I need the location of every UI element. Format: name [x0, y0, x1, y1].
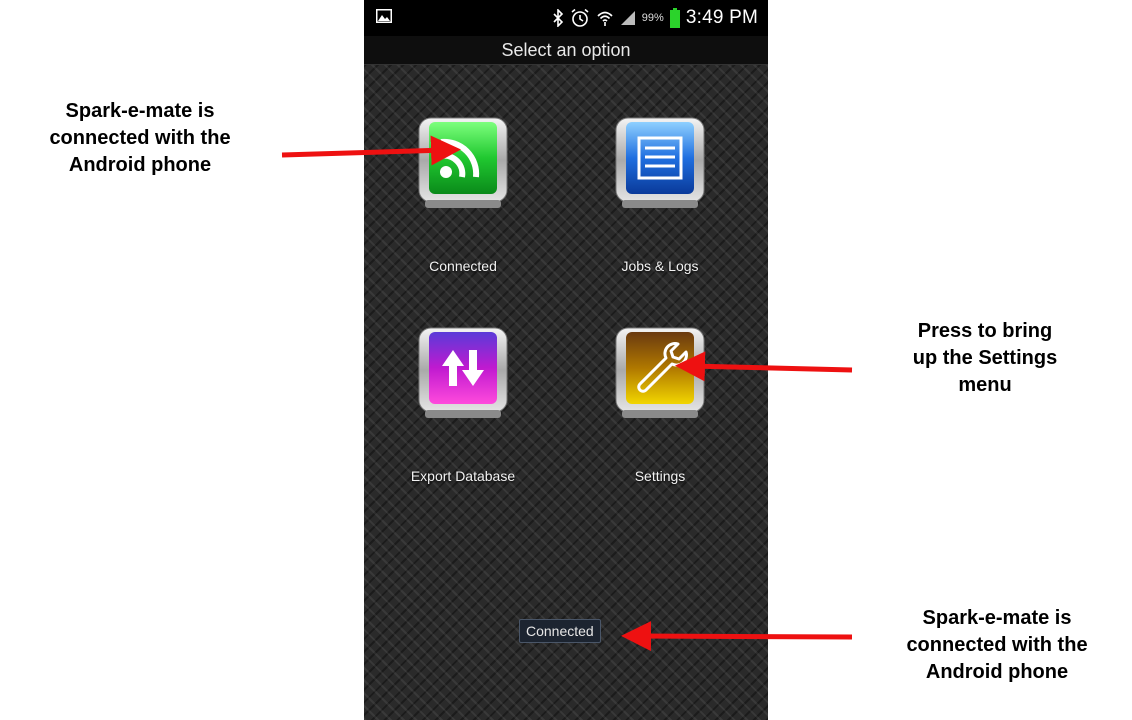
callout-line: Spark-e-mate is: [65, 100, 215, 122]
bluetooth-icon: [552, 9, 564, 27]
callout-mid-right: Press to bring up the Settings menu: [850, 318, 1120, 399]
status-icons: 99% 3:49 PM: [552, 4, 758, 32]
jobs-logs-label: Jobs & Logs: [621, 258, 699, 274]
settings-tile[interactable]: Settings: [600, 326, 720, 484]
export-database-tile[interactable]: Export Database: [403, 326, 523, 484]
clock: 3:49 PM: [685, 7, 758, 28]
callout-line: up the Settings: [912, 347, 1058, 369]
wrench-icon: [612, 326, 708, 422]
callout-line: Spark-e-mate is: [922, 607, 1072, 629]
callout-top-left: Spark-e-mate is connected with the Andro…: [0, 98, 280, 179]
callout-line: Android phone: [925, 661, 1069, 683]
callout-bottom-right: Spark-e-mate is connected with the Andro…: [862, 605, 1132, 686]
jobs-logs-tile[interactable]: Jobs & Logs: [600, 116, 720, 274]
battery-icon: [669, 8, 680, 28]
battery-percent: 99%: [641, 12, 664, 24]
signal-icon: [620, 10, 636, 26]
callout-line: menu: [958, 374, 1012, 396]
document-icon: [612, 116, 708, 212]
page: 99% 3:49 PM Select an option Connected J…: [0, 0, 1132, 720]
phone-screen: 99% 3:49 PM Select an option Connected J…: [364, 0, 768, 720]
settings-label: Settings: [634, 468, 686, 484]
alarm-icon: [570, 8, 590, 28]
rss-connected-icon: [415, 116, 511, 212]
wifi-icon: [596, 9, 614, 27]
page-title: Select an option: [364, 36, 768, 65]
callout-line: Press to bring: [917, 320, 1053, 342]
connected-tile[interactable]: Connected: [403, 116, 523, 274]
callout-line: Android phone: [68, 154, 212, 176]
export-database-label: Export Database: [410, 468, 516, 484]
gallery-icon: [376, 9, 392, 23]
up-down-arrows-icon: [415, 326, 511, 422]
callout-line: connected with the: [906, 634, 1088, 656]
connection-status-toast: Connected: [519, 619, 601, 643]
connected-label: Connected: [429, 258, 497, 274]
callout-line: connected with the: [49, 127, 231, 149]
status-bar: 99% 3:49 PM: [364, 0, 768, 36]
